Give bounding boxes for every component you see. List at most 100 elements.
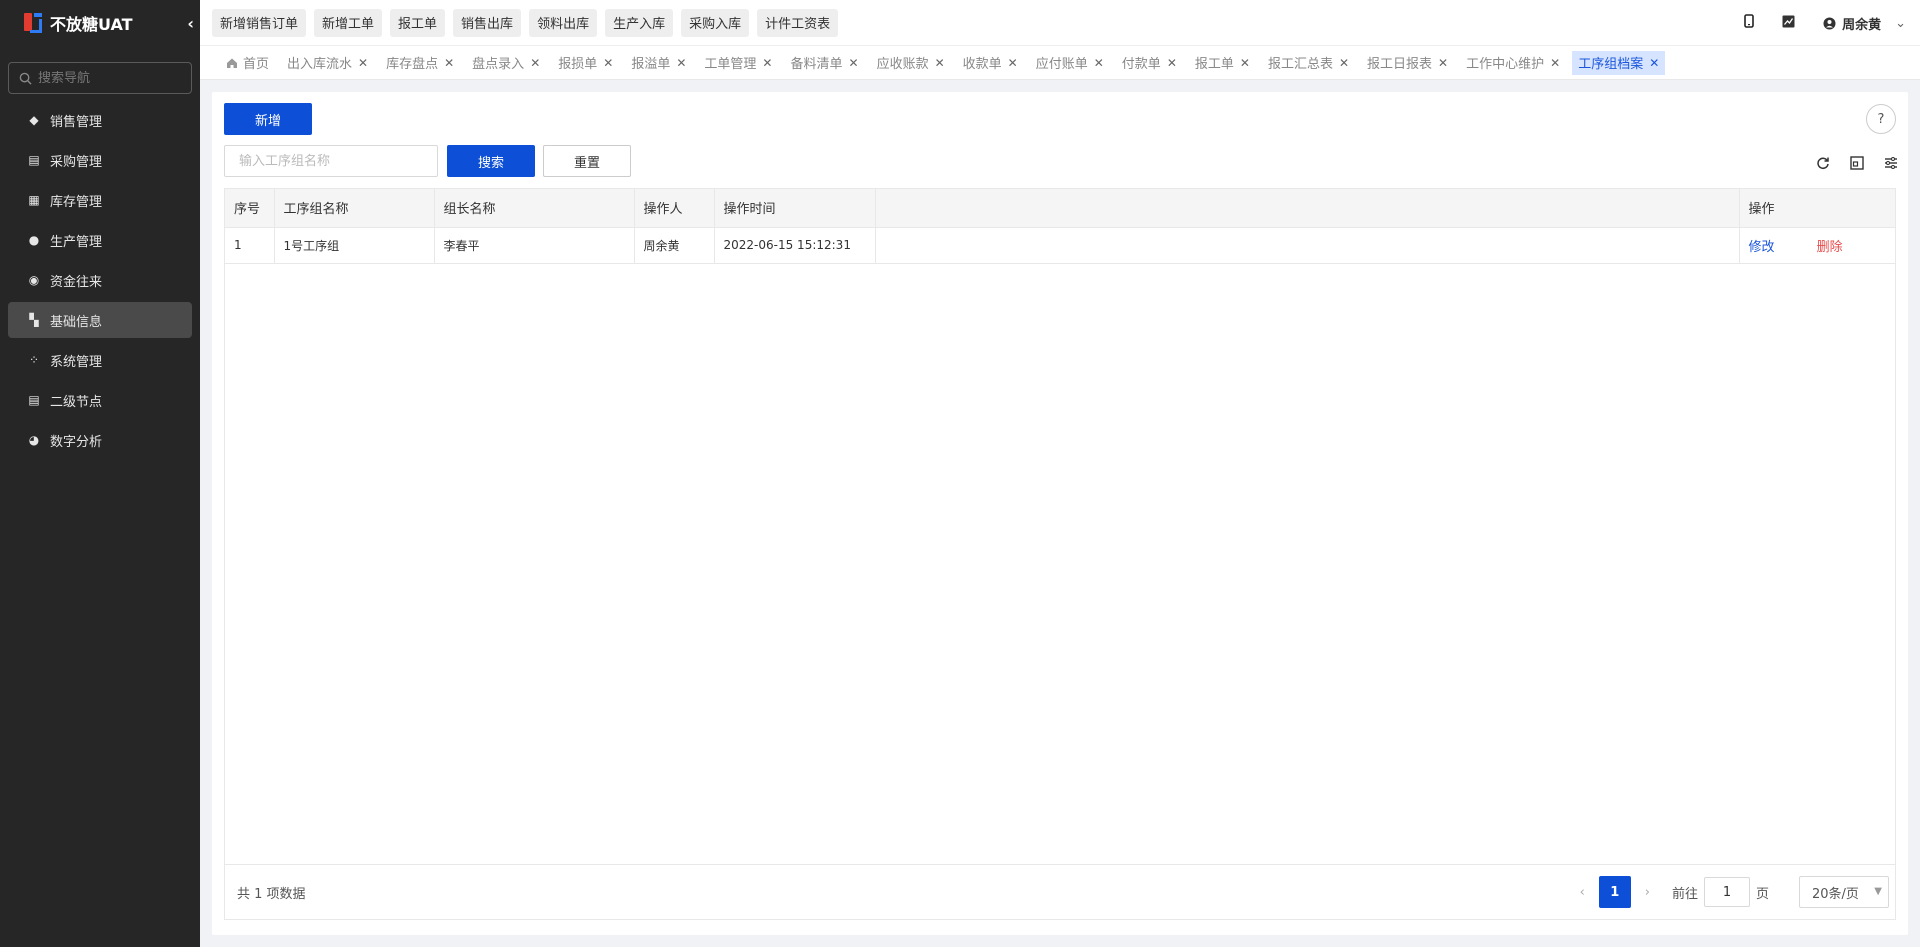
delete-link[interactable]: 删除: [1817, 240, 1843, 255]
sidebar-item-sales[interactable]: ◆ 销售管理: [8, 102, 192, 138]
cell-index: 1: [225, 227, 275, 264]
goto-page-input[interactable]: [1703, 877, 1750, 907]
tab-receipt[interactable]: 收款单 ✕: [957, 51, 1024, 75]
tab-report-summary[interactable]: 报工汇总表 ✕: [1262, 51, 1355, 75]
tab-overflow-report[interactable]: 报溢单 ✕: [625, 51, 692, 75]
close-icon[interactable]: ✕: [1550, 56, 1560, 70]
edit-link[interactable]: 修改: [1749, 240, 1775, 255]
close-icon[interactable]: ✕: [1649, 56, 1659, 70]
tab-receivables[interactable]: 应收账款 ✕: [871, 51, 951, 75]
close-icon[interactable]: ✕: [1339, 56, 1349, 70]
user-name: 周余黄: [1842, 17, 1882, 33]
fullscreen-icon[interactable]: [1850, 156, 1864, 174]
column-settings-icon[interactable]: [1884, 156, 1898, 174]
sidebar-item-label: 采购管理: [50, 154, 103, 170]
tab-stock-count[interactable]: 库存盘点 ✕: [380, 51, 460, 75]
page-size-select[interactable]: 20条/页 ▼: [1799, 876, 1889, 908]
sidebar-item-analytics[interactable]: ◕ 数字分析: [8, 422, 192, 458]
pagination: ‹ 1 › 前往 页 20条/页 ▼: [1566, 876, 1889, 908]
money-icon: ◉: [28, 273, 40, 287]
close-icon[interactable]: ✕: [603, 56, 613, 70]
close-icon[interactable]: ✕: [1094, 56, 1104, 70]
tab-material-list[interactable]: 备料清单 ✕: [784, 51, 864, 75]
tab-label: 应收账款: [876, 57, 929, 72]
close-icon[interactable]: ✕: [358, 56, 368, 70]
nav-search-input[interactable]: [38, 70, 188, 86]
collapse-sidebar-icon[interactable]: ‹: [187, 14, 194, 33]
sidebar-item-production[interactable]: ● 生产管理: [8, 222, 192, 258]
total-count: 共 1 项数据: [237, 886, 306, 902]
home-icon: [227, 58, 237, 68]
tab-stock-flow[interactable]: 出入库流水 ✕: [281, 51, 374, 75]
close-icon[interactable]: ✕: [444, 56, 454, 70]
page-number-button[interactable]: 1: [1598, 876, 1631, 908]
chart-icon[interactable]: [1782, 15, 1795, 32]
search-icon: [19, 72, 32, 85]
table-footer: 共 1 项数据 ‹ 1 › 前往 页 20条/页 ▼: [225, 864, 1895, 919]
quick-material-outbound-button[interactable]: 领料出库: [529, 8, 598, 37]
reset-button[interactable]: 重置: [543, 145, 631, 177]
close-icon[interactable]: ✕: [1167, 56, 1177, 70]
table-row: 1 1号工序组 李春平 周余黄 2022-06-15 15:12:31 修改 删…: [225, 227, 1895, 264]
refresh-icon[interactable]: [1816, 156, 1830, 174]
tab-label: 报工汇总表: [1267, 57, 1333, 72]
cell-operator: 周余黄: [634, 227, 715, 264]
close-icon[interactable]: ✕: [1240, 56, 1250, 70]
sidebar-item-system[interactable]: ⁘ 系统管理: [8, 342, 192, 378]
tab-daily-report[interactable]: 报工日报表 ✕: [1361, 51, 1454, 75]
cell-time: 2022-06-15 15:12:31: [714, 227, 876, 264]
quick-sales-outbound-button[interactable]: 销售出库: [453, 8, 522, 37]
sidebar-item-finance[interactable]: ◉ 资金往来: [8, 262, 192, 298]
sidebar-item-label: 库存管理: [50, 194, 103, 210]
search-button[interactable]: 搜索: [447, 145, 535, 177]
quick-work-report-button[interactable]: 报工单: [390, 8, 446, 37]
nav-search[interactable]: [8, 62, 192, 94]
sidebar-item-purchase[interactable]: ▤ 采购管理: [8, 142, 192, 178]
sidebar-item-label: 二级节点: [50, 394, 103, 410]
tab-label: 工作中心维护: [1466, 57, 1545, 72]
quick-production-inbound-button[interactable]: 生产入库: [605, 8, 674, 37]
sidebar-item-inventory[interactable]: ▦ 库存管理: [8, 182, 192, 218]
tab-loss-report[interactable]: 报损单 ✕: [552, 51, 619, 75]
close-icon[interactable]: ✕: [762, 56, 772, 70]
tab-work-order-mgmt[interactable]: 工单管理 ✕: [698, 51, 778, 75]
next-page-icon[interactable]: ›: [1645, 885, 1650, 900]
user-menu[interactable]: 周余黄 ⌄: [1823, 14, 1906, 33]
quick-new-work-order-button[interactable]: 新增工单: [314, 8, 383, 37]
tab-label: 工单管理: [704, 57, 757, 72]
close-icon[interactable]: ✕: [849, 56, 859, 70]
app-logo[interactable]: 不放糖UAT ‹: [0, 0, 200, 46]
sidebar: 不放糖UAT ‹ ◆ 销售管理 ▤ 采购管理 ▦ 库存管理 ● 生产管理 ◉ 资金往来 ▚…: [0, 0, 200, 947]
close-icon[interactable]: ✕: [935, 56, 945, 70]
tab-payment[interactable]: 付款单 ✕: [1116, 51, 1183, 75]
tab-process-group[interactable]: 工序组档案 ✕: [1572, 50, 1666, 75]
prev-page-icon[interactable]: ‹: [1580, 885, 1585, 900]
close-icon[interactable]: ✕: [1438, 56, 1448, 70]
tab-label: 报损单: [558, 57, 598, 72]
close-icon[interactable]: ✕: [676, 56, 686, 70]
chevron-down-icon: ⌄: [1895, 15, 1906, 31]
quick-piecework-wages-button[interactable]: 计件工资表: [757, 8, 839, 37]
sidebar-item-basic-info[interactable]: ▚ 基础信息: [8, 302, 192, 338]
app-title: 不放糖UAT: [50, 15, 133, 34]
help-icon[interactable]: ?: [1866, 104, 1896, 134]
quick-purchase-inbound-button[interactable]: 采购入库: [681, 8, 750, 37]
sidebar-item-second-level[interactable]: ▤ 二级节点: [8, 382, 192, 418]
add-button[interactable]: 新增: [224, 103, 312, 135]
close-icon[interactable]: ✕: [530, 56, 540, 70]
tab-count-entry[interactable]: 盘点录入 ✕: [466, 51, 546, 75]
tab-work-report[interactable]: 报工单 ✕: [1189, 51, 1256, 75]
tab-label: 报工单: [1194, 57, 1234, 72]
tab-work-center[interactable]: 工作中心维护 ✕: [1460, 51, 1566, 75]
page-size-value: 20条/页: [1812, 886, 1859, 902]
tab-label: 报溢单: [631, 57, 671, 72]
top-right-tools: 周余黄 ⌄: [1716, 0, 1906, 46]
tab-payables[interactable]: 应付账单 ✕: [1030, 51, 1110, 75]
close-icon[interactable]: ✕: [1008, 56, 1018, 70]
mobile-icon[interactable]: [1744, 14, 1754, 32]
process-group-search-input[interactable]: [224, 145, 438, 177]
pie-chart-icon: ◕: [28, 433, 40, 447]
column-header-time: 操作时间: [714, 189, 876, 228]
quick-new-sales-order-button[interactable]: 新增销售订单: [212, 8, 307, 37]
tab-home[interactable]: 首页: [220, 51, 275, 75]
